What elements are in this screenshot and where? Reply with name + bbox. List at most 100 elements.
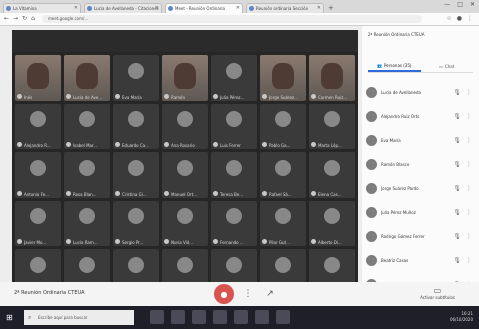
more-icon[interactable]: ⋮ <box>466 233 472 240</box>
participant-row[interactable]: Jorge Suárez Pardo 🎙 ⋮ <box>366 176 475 200</box>
mic-icon[interactable]: 🎙 <box>453 257 461 264</box>
tab-close-icon[interactable]: ✕ <box>236 5 240 11</box>
participant-tile[interactable]: Carmen Ruiz... <box>309 55 355 101</box>
browser-tab[interactable]: La Vitamina ✕ <box>3 3 81 13</box>
captions-button[interactable]: ▭ Activar subtítulos <box>420 286 455 300</box>
mic-icon[interactable]: 🎙 <box>453 233 461 240</box>
participant-avatar <box>366 158 377 170</box>
participant-tile[interactable]: Eva María <box>113 55 159 101</box>
participant-name: Alberto Di... <box>318 240 342 246</box>
participant-tile[interactable]: Manuel Ort... <box>162 152 208 198</box>
browser-app-icon[interactable] <box>192 310 206 324</box>
participant-tile[interactable]: Elena Cas... <box>309 152 355 198</box>
participant-row[interactable]: Julia Pérez Muñoz 🎙 ⋮ <box>366 200 475 224</box>
participant-row[interactable]: Alejandro Ruiz Orts 🎙 ⋮ <box>366 104 475 128</box>
participant-tile[interactable]: Nuria Vid... <box>162 200 208 247</box>
profile-icon[interactable]: ● <box>457 15 462 22</box>
tab-close-icon[interactable]: ✕ <box>74 5 78 11</box>
participant-row[interactable]: Rodrigo Gómez Ferrer 🎙 ⋮ <box>366 224 475 248</box>
more-icon[interactable]: ⋮ <box>466 257 472 264</box>
more-icon[interactable]: ⋮ <box>466 209 472 216</box>
store-app-icon[interactable] <box>276 310 290 324</box>
participant-tile[interactable]: Marta Lóp... <box>309 103 355 150</box>
taskbar-search-placeholder: Escribe aquí para buscar <box>38 315 88 320</box>
reload-icon[interactable]: ↻ <box>22 15 27 22</box>
more-icon[interactable]: ⋮ <box>466 185 472 192</box>
participant-tile[interactable]: Lucía de Ave... <box>64 55 110 101</box>
mic-status-icon <box>115 93 120 99</box>
participant-tile[interactable]: Teresa Be... <box>211 152 257 198</box>
browser-tab-strip: La Vitamina ✕ Lucia de Avellaneda - Citaci… <box>0 0 479 13</box>
participant-tile[interactable]: Jorge Suárez... <box>260 55 306 101</box>
participant-tile[interactable]: Alejandro R... <box>15 103 61 150</box>
participant-tile[interactable]: Pilar Gut... <box>260 200 306 247</box>
meeting-title[interactable]: 2ª Reunión Ordinaria CTEUA <box>14 290 85 296</box>
participant-tile[interactable]: Alberto Di... <box>309 200 355 247</box>
browser-tab[interactable]: Meet - Reunión Ordinaria ✕ <box>165 3 243 13</box>
system-tray-clock[interactable]: 16:21 06/10/2020 <box>450 311 473 323</box>
participant-tile[interactable]: Rosa Blan... <box>64 152 110 198</box>
mic-toggle-button[interactable]: ● <box>214 284 234 304</box>
mic-icon[interactable]: 🎙 <box>453 185 461 192</box>
participant-tile[interactable]: Antonio Fe... <box>15 152 61 198</box>
task-view-icon[interactable] <box>150 310 164 324</box>
participant-tile[interactable]: Julia Pérez... <box>211 55 257 101</box>
mic-status-icon <box>213 142 218 148</box>
participant-row[interactable]: Beatriz Casas 🎙 ⋮ <box>366 248 475 272</box>
close-window-icon[interactable]: ✕ <box>470 1 475 8</box>
mic-status-icon <box>213 190 218 196</box>
more-icon[interactable]: ⋮ <box>466 89 472 96</box>
back-icon[interactable]: ← <box>4 15 9 22</box>
participant-row[interactable]: Eva María 🎙 ⋮ <box>366 128 475 152</box>
forward-icon[interactable]: → <box>13 15 18 22</box>
participant-row[interactable]: Ramón Blasco 🎙 ⋮ <box>366 152 475 176</box>
mic-status-icon <box>164 190 169 196</box>
participant-tile[interactable]: Javier Mo... <box>15 200 61 247</box>
tab-close-icon[interactable]: ✕ <box>317 5 321 11</box>
start-icon[interactable]: ⊞ <box>6 312 17 323</box>
present-button[interactable]: ↗ <box>263 287 277 301</box>
maximize-icon[interactable]: □ <box>457 1 463 8</box>
participant-tile[interactable]: Isabel Mar... <box>64 103 110 150</box>
sidebar-tab[interactable]: 👥 Personas (35) <box>368 60 421 72</box>
more-icon[interactable]: ⋮ <box>466 137 472 144</box>
word-app-icon[interactable] <box>234 310 248 324</box>
star-icon[interactable]: ☆ <box>446 15 451 22</box>
participant-tile[interactable]: Pablo Ga... <box>260 103 306 150</box>
mic-icon[interactable]: 🎙 <box>453 89 461 96</box>
more-icon[interactable]: ⋮ <box>466 161 472 168</box>
tab-close-icon[interactable]: ✕ <box>155 5 159 11</box>
taskbar-search[interactable]: ⌕ Escribe aquí para buscar <box>24 310 134 325</box>
participant-tile[interactable]: Ramón <box>162 55 208 101</box>
participant-tile[interactable]: Rafael Sá... <box>260 152 306 198</box>
participant-tile[interactable]: Ana Rosario <box>162 103 208 150</box>
participant-tile[interactable]: Fernando ... <box>211 200 257 247</box>
new-tab-button[interactable]: + <box>328 3 334 13</box>
participant-avatar <box>226 256 242 273</box>
more-options-button[interactable]: ⋮ <box>241 287 255 301</box>
browser-tab[interactable]: Lucia de Avellaneda - Citaciones ✕ <box>84 3 162 13</box>
participant-avatar <box>79 111 95 128</box>
participant-tile[interactable]: Cristina Gi... <box>113 152 159 198</box>
mail-app-icon[interactable] <box>213 310 227 324</box>
participant-tile[interactable]: Inés <box>15 55 61 101</box>
participant-tile[interactable]: Lucía Ram... <box>64 200 110 247</box>
participant-tile[interactable]: Luis Ferrer <box>211 103 257 150</box>
participant-tile[interactable]: Sergio Pr... <box>113 200 159 247</box>
excel-app-icon[interactable] <box>255 310 269 324</box>
mic-icon[interactable]: 🎙 <box>453 137 461 144</box>
mic-icon[interactable]: 🎙 <box>453 209 461 216</box>
participant-tile[interactable]: Eduardo Ca... <box>113 103 159 150</box>
file-explorer-icon[interactable] <box>171 310 185 324</box>
mic-icon[interactable]: 🎙 <box>453 161 461 168</box>
url-field[interactable]: meet.google.com/... <box>42 15 422 23</box>
browser-tab[interactable]: Reunión ordinaria Sección ✕ <box>246 3 324 13</box>
participant-name: Nuria Vid... <box>171 240 194 246</box>
minimize-icon[interactable]: — <box>444 1 450 8</box>
participant-row[interactable]: Lucía de Avellaneda 🎙 ⋮ <box>366 80 475 104</box>
sidebar-tab[interactable]: ▭ Chat <box>421 60 474 72</box>
home-icon[interactable]: ⌂ <box>31 15 35 22</box>
mic-icon[interactable]: 🎙 <box>453 113 461 120</box>
menu-icon[interactable]: ⋮ <box>467 15 473 22</box>
more-icon[interactable]: ⋮ <box>466 113 472 120</box>
